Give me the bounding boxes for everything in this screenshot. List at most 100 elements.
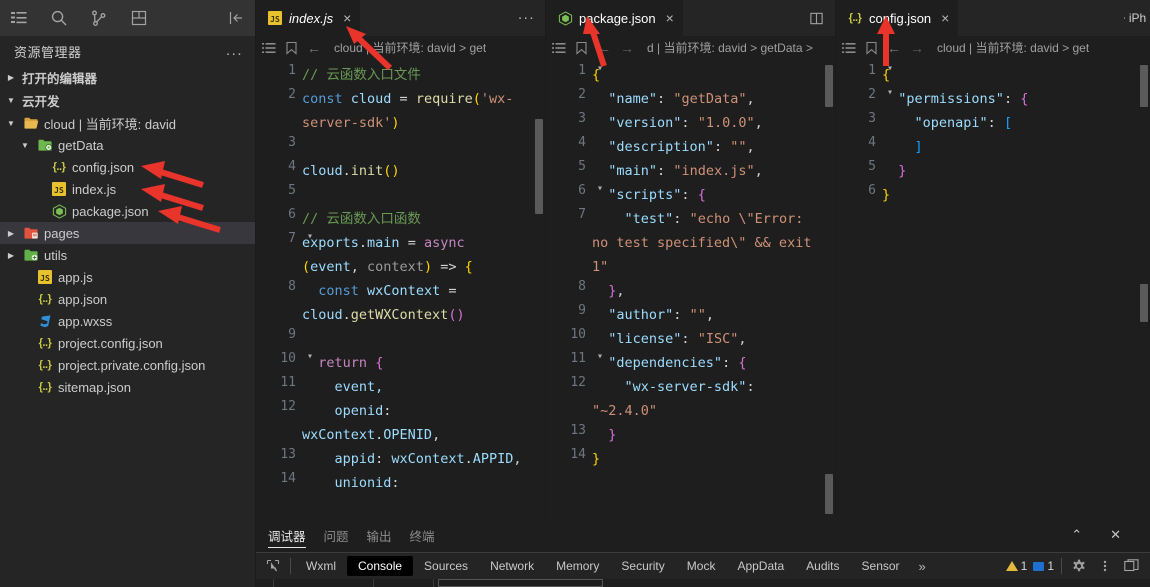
sidebar-more-actions[interactable]: ... (226, 43, 243, 58)
code-editor[interactable]: 1 ▾ 2 ▾ 3 4 5 6 { "permissions": { "openapi": [ … (836, 59, 1150, 518)
panel-tab-问题[interactable]: 问题 (324, 518, 349, 552)
tab-overflow-menu[interactable]: ... (518, 7, 535, 22)
breadcrumb-path[interactable]: d | 当前环境: david > getData > (647, 39, 813, 56)
split-editor-icon[interactable] (807, 9, 825, 27)
inspect-element-icon[interactable] (260, 559, 286, 573)
js-icon: JS (37, 269, 53, 285)
search-icon[interactable] (50, 9, 68, 27)
devtools-tab-security[interactable]: Security (610, 556, 675, 576)
console-filter-input[interactable] (438, 579, 603, 587)
tree-item[interactable]: {..} app.json (0, 288, 255, 310)
vertical-scrollbar[interactable] (823, 59, 835, 518)
tab-config-json[interactable]: {..} config.json × (836, 0, 960, 36)
back-arrow-icon[interactable]: ← (307, 40, 321, 56)
warning-badge[interactable]: 1 (1003, 559, 1031, 573)
explorer-icon[interactable] (10, 9, 28, 27)
devtools-tab-console[interactable]: Console (347, 556, 414, 576)
tab-close-icon[interactable]: × (941, 10, 949, 26)
panel-close-icon[interactable]: ✕ (1105, 527, 1126, 543)
code-token: , (738, 331, 747, 347)
kebab-menu-icon[interactable] (1092, 559, 1118, 573)
devtools-tab-wxml[interactable]: Wxml (295, 556, 347, 576)
section-cloud-dev[interactable]: ▼ 云开发 (0, 89, 255, 112)
tab-close-icon[interactable]: × (343, 10, 351, 26)
tree-item[interactable]: {..} project.private.config.json (0, 354, 255, 376)
fold-chevron-down-icon[interactable]: ▾ (887, 63, 893, 74)
tree-item[interactable]: ▼ getData (0, 134, 255, 156)
tree-item[interactable]: ▼ cloud | 当前环境: david (0, 112, 255, 134)
tree-item[interactable]: {..} config.json (0, 156, 255, 178)
line-number: 14 (570, 447, 586, 462)
device-selector[interactable]: iPh (1125, 0, 1150, 36)
section-open-editors[interactable]: ▶ 打开的编辑器 (0, 66, 255, 89)
devtools-tab-memory[interactable]: Memory (545, 556, 610, 576)
tree-item[interactable]: ▶ pages (0, 222, 255, 244)
outline-icon[interactable] (842, 41, 856, 55)
breadcrumb: ← cloud | 当前环境: david > get (256, 36, 545, 59)
fold-chevron-down-icon[interactable]: ▾ (307, 231, 313, 242)
forward-arrow-icon[interactable]: → (910, 40, 924, 56)
panel-tab-输出[interactable]: 输出 (367, 518, 392, 552)
line-number: 4 (288, 159, 296, 174)
scrollbar-thumb[interactable] (535, 119, 543, 214)
dock-panel-icon[interactable] (1118, 559, 1144, 573)
tree-item-label: project.private.config.json (58, 357, 206, 373)
tab-close-icon[interactable]: × (666, 10, 674, 26)
scrollbar-thumb[interactable] (825, 474, 833, 514)
bookmark-icon[interactable] (575, 41, 588, 55)
tree-item[interactable]: JS index.js (0, 178, 255, 200)
fold-chevron-down-icon[interactable]: ▾ (307, 351, 313, 362)
tree-item[interactable]: ▶ utils (0, 244, 255, 266)
tree-item[interactable]: app.wxss (0, 310, 255, 332)
devtools-tab-sources[interactable]: Sources (413, 556, 479, 576)
tree-item[interactable]: package.json (0, 200, 255, 222)
code-content[interactable]: { "name": "getData", "version": "1.0.0",… (592, 59, 835, 518)
code-content[interactable]: // 云函数入口文件 const cloud = require('wx-serv… (302, 59, 545, 518)
forward-arrow-icon[interactable]: → (620, 40, 634, 56)
code-line: unionid: (302, 471, 529, 495)
tree-item[interactable]: JS app.js (0, 266, 255, 288)
scrollbar-thumb[interactable] (825, 65, 833, 107)
code-editor[interactable]: 1 2 3 4 5 6 7 ▾ 8 9 10 ▾ 11 12 13 14// 云函数入口文件 const clo… (256, 59, 545, 518)
source-control-icon[interactable] (90, 9, 108, 27)
fold-chevron-down-icon[interactable]: ▾ (887, 87, 893, 98)
devtools-tab-appdata[interactable]: AppData (726, 556, 795, 576)
bookmark-icon[interactable] (285, 41, 298, 55)
fold-chevron-down-icon[interactable]: ▾ (597, 183, 603, 194)
tree-item[interactable]: {..} project.config.json (0, 332, 255, 354)
tree-item[interactable]: {..} sitemap.json (0, 376, 255, 398)
panel-tab-终端[interactable]: 终端 (410, 518, 435, 552)
panel-tab-调试器[interactable]: 调试器 (268, 518, 306, 552)
devtools-tab-sensor[interactable]: Sensor (851, 556, 911, 576)
back-arrow-icon[interactable]: ← (597, 40, 611, 56)
devtools-tab-mock[interactable]: Mock (676, 556, 727, 576)
outline-icon[interactable] (552, 41, 566, 55)
tab-index-js[interactable]: JS index.js × (256, 0, 362, 36)
panel-collapse-icon[interactable]: ⌃ (1066, 527, 1087, 543)
save-all-icon[interactable] (130, 9, 148, 27)
code-token: ] (914, 139, 923, 155)
scrollbar-thumb[interactable] (1140, 65, 1148, 107)
fold-chevron-down-icon[interactable]: ▾ (597, 351, 603, 362)
info-badge[interactable]: 1 (1030, 559, 1057, 573)
devtools-more-tabs[interactable]: » (911, 559, 934, 574)
bookmark-icon[interactable] (865, 41, 878, 55)
devtools-tab-network[interactable]: Network (479, 556, 545, 576)
fold-chevron-down-icon[interactable]: ▾ (597, 63, 603, 74)
code-editor[interactable]: 1 ▾ 2 3 4 5 6 ▾ 7 8 9 10 11 ▾ 12 13 14 { "name": "getData… (546, 59, 835, 518)
breadcrumb-path[interactable]: cloud | 当前环境: david > get (334, 39, 486, 56)
back-arrow-icon[interactable]: ← (887, 40, 901, 56)
devtools-tab-audits[interactable]: Audits (795, 556, 850, 576)
code-content[interactable]: { "permissions": { "openapi": [ ] }} (882, 59, 1150, 518)
gear-icon[interactable] (1066, 559, 1092, 573)
tab-package-json[interactable]: package.json × (546, 0, 684, 36)
scrollbar-thumb[interactable] (1140, 284, 1148, 322)
vertical-scrollbar[interactable] (1138, 59, 1150, 518)
breadcrumb-path[interactable]: cloud | 当前环境: david > get (937, 39, 1089, 56)
collapse-sidebar-icon[interactable] (227, 9, 245, 27)
vertical-scrollbar[interactable] (533, 59, 545, 518)
line-number-gutter: 1 ▾ 2 3 4 5 6 ▾ 7 8 9 10 11 ▾ 12 13 14 (546, 59, 603, 518)
outline-icon[interactable] (262, 41, 276, 55)
